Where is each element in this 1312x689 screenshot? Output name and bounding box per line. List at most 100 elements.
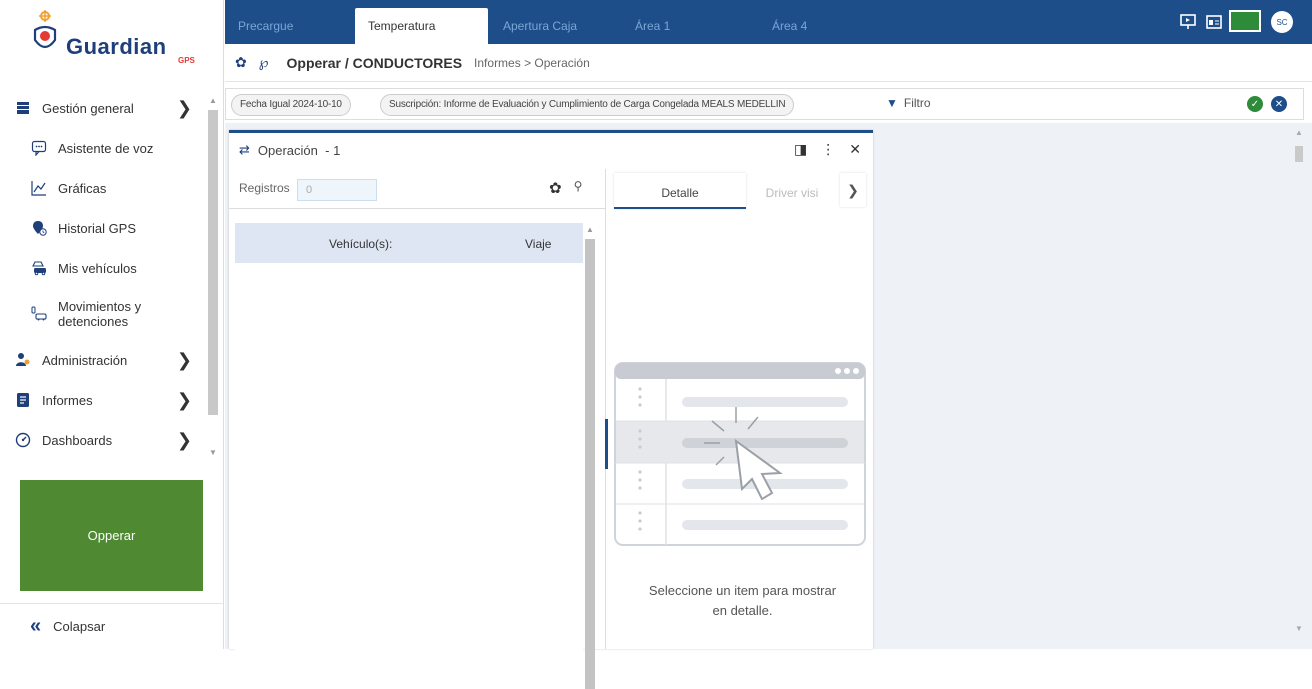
registros-value: 0 xyxy=(306,184,313,196)
status-indicator-button[interactable] xyxy=(1229,10,1261,32)
gear-icon[interactable]: ✿ xyxy=(549,179,562,197)
tab-temperatura[interactable]: Temperatura xyxy=(355,8,488,44)
empty-line-2: en detalle. xyxy=(712,603,773,618)
sidebar-item-label: Asistente de voz xyxy=(58,140,154,156)
pane-splitter-handle[interactable] xyxy=(605,419,608,469)
sidebar-item-informes[interactable]: Informes ❯ xyxy=(0,380,206,420)
filter-chip-fecha[interactable]: Fecha Igual 2024-10-10 xyxy=(231,94,351,116)
workspace-scrollbar[interactable]: ▲ ▼ xyxy=(1293,128,1305,638)
tab-label: Detalle xyxy=(661,186,699,200)
tab-area-4[interactable]: Área 4 xyxy=(759,8,889,44)
registros-count-field[interactable]: 0 xyxy=(297,179,377,201)
scroll-down-icon[interactable]: ▼ xyxy=(1295,624,1303,633)
chevron-right-icon: ❯ xyxy=(176,350,192,370)
breadcrumb: Informes > Operación xyxy=(474,55,590,70)
sidebar: Guardian GPS Gestión general ❯ Asistente… xyxy=(0,0,224,649)
sidebar-item-movimientos-y-detenciones[interactable]: Movimientos y detenciones xyxy=(0,288,206,340)
sidebar-item-graficas[interactable]: Gráficas xyxy=(0,168,206,208)
scroll-up-icon[interactable]: ▲ xyxy=(1295,128,1303,137)
filter-label: Filtro xyxy=(903,96,931,110)
filter-chip-suscripcion[interactable]: Suscripción: Informe de Evaluación y Cum… xyxy=(380,94,795,116)
panel-title: Operación xyxy=(257,142,318,158)
chat-icon xyxy=(30,139,48,157)
panel-header: ⇄ Operación - 1 ◨ ⋮ ✕ xyxy=(229,133,873,167)
panel-actions: ◨ ⋮ ✕ xyxy=(794,141,861,158)
tab-label: Precargue xyxy=(238,19,294,33)
collapse-sidebar-button[interactable]: « Colapsar xyxy=(0,603,224,649)
user-avatar[interactable]: SC xyxy=(1271,11,1293,33)
presentation-icon[interactable] xyxy=(1177,12,1199,32)
sidebar-item-administracion[interactable]: Administración ❯ xyxy=(0,340,206,380)
sidebar-item-label: Gráficas xyxy=(58,180,107,196)
grid-scroll-thumb[interactable] xyxy=(585,239,595,689)
logo-mark-icon xyxy=(33,10,57,49)
sidebar-item-historial-gps[interactable]: Historial GPS xyxy=(0,208,206,248)
close-icon[interactable]: ✕ xyxy=(849,141,861,158)
promo-label: Opperar xyxy=(87,528,136,543)
grid-scrollbar[interactable]: ▲ xyxy=(583,223,597,689)
sidebar-item-asistente-de-voz[interactable]: Asistente de voz xyxy=(0,128,206,168)
tab-label: Apertura Caja xyxy=(503,19,578,33)
scroll-up-icon[interactable]: ▲ xyxy=(586,225,594,234)
apply-check-icon[interactable]: ✓ xyxy=(1247,96,1263,112)
gauge-icon xyxy=(14,431,32,449)
records-toolbar: Registros 0 ✿ ⚲ xyxy=(229,169,606,209)
sidebar-scrollbar[interactable]: ▲ ▼ xyxy=(206,96,220,458)
tab-area-1[interactable]: Área 1 xyxy=(622,8,757,44)
operacion-panel: ⇄ Operación - 1 ◨ ⋮ ✕ Registros 0 ✿ ⚲ Ve… xyxy=(229,130,873,689)
double-chevron-left-icon: « xyxy=(30,615,42,637)
sidebar-item-label: Dashboards xyxy=(42,432,113,448)
sidebar-item-gestion-general[interactable]: Gestión general ❯ xyxy=(0,88,206,128)
registros-label: Registros xyxy=(239,181,290,195)
tab-label: Driver visi xyxy=(765,186,819,200)
opperar-promo-banner[interactable]: Opperar xyxy=(20,480,203,591)
chevron-right-icon: ❯ xyxy=(176,430,192,450)
scroll-up-icon[interactable]: ▲ xyxy=(209,96,217,105)
sidebar-item-label: Mis vehículos xyxy=(58,260,137,276)
chevron-right-icon: ❯ xyxy=(176,98,192,118)
records-toolbar-icons: ✿ ⚲ xyxy=(549,179,582,197)
tab-apertura-caja[interactable]: Apertura Caja xyxy=(490,8,620,44)
gear-icon[interactable]: ✿ xyxy=(235,54,247,71)
scroll-down-icon[interactable]: ▼ xyxy=(209,448,217,457)
grid-body xyxy=(235,263,583,663)
workspace-scroll-thumb[interactable] xyxy=(1295,146,1303,162)
pin-icon[interactable]: ⚲ xyxy=(574,179,583,197)
window-icon[interactable] xyxy=(1203,12,1225,32)
filter-button[interactable]: ▼ Filtro xyxy=(886,96,931,110)
panel-count: - 1 xyxy=(325,142,341,158)
empty-state-message: Seleccione un item para mostrar en detal… xyxy=(612,581,873,621)
brand-sub: GPS xyxy=(178,56,195,65)
sidebar-item-mis-vehiculos[interactable]: Mis vehículos xyxy=(0,248,206,288)
line-chart-icon xyxy=(30,179,48,197)
brand-name: Guardian xyxy=(66,34,167,59)
route-icon[interactable]: ℘ xyxy=(259,54,269,71)
column-header-vehiculos[interactable]: Vehículo(s): xyxy=(329,237,392,251)
clear-x-icon[interactable]: ✕ xyxy=(1271,96,1287,112)
sidebar-item-label: Administración xyxy=(42,352,128,368)
tab-label: Área 4 xyxy=(772,19,808,33)
more-vertical-icon[interactable]: ⋮ xyxy=(821,141,835,158)
transfer-icon: ⇄ xyxy=(239,142,250,157)
tab-label: Temperatura xyxy=(368,19,436,33)
records-pane: Registros 0 ✿ ⚲ Vehículo(s): Viaje ▲ xyxy=(229,169,608,689)
filter-bar: Fecha Igual 2024-10-10 Suscripción: Info… xyxy=(225,88,1304,120)
column-header-viaje[interactable]: Viaje xyxy=(525,237,551,251)
guardian-logo[interactable]: Guardian GPS xyxy=(30,8,200,70)
sidebar-scroll-thumb[interactable] xyxy=(208,110,218,415)
chevron-right-icon: ❯ xyxy=(176,390,192,410)
tab-precargue[interactable]: Precargue xyxy=(225,8,353,44)
tab-detalle[interactable]: Detalle xyxy=(614,173,746,209)
sidebar-item-label: Historial GPS xyxy=(58,220,137,236)
report-icon xyxy=(14,391,32,409)
tab-driver-visibility[interactable]: Driver visi xyxy=(752,173,832,209)
chevron-right-icon[interactable]: ❯ xyxy=(840,173,866,207)
empty-line-1: Seleccione un item para mostrar xyxy=(648,583,837,598)
sidebar-item-label-line2: detenciones xyxy=(58,314,129,329)
collapse-label: Colapsar xyxy=(53,619,106,634)
sidebar-item-dashboards[interactable]: Dashboards ❯ xyxy=(0,420,206,460)
grid-header: Vehículo(s): Viaje xyxy=(235,223,583,263)
sidebar-item-label: Informes xyxy=(42,392,93,408)
split-view-icon[interactable]: ◨ xyxy=(794,141,807,158)
sidebar-item-label-group: Movimientos y detenciones xyxy=(58,299,141,329)
